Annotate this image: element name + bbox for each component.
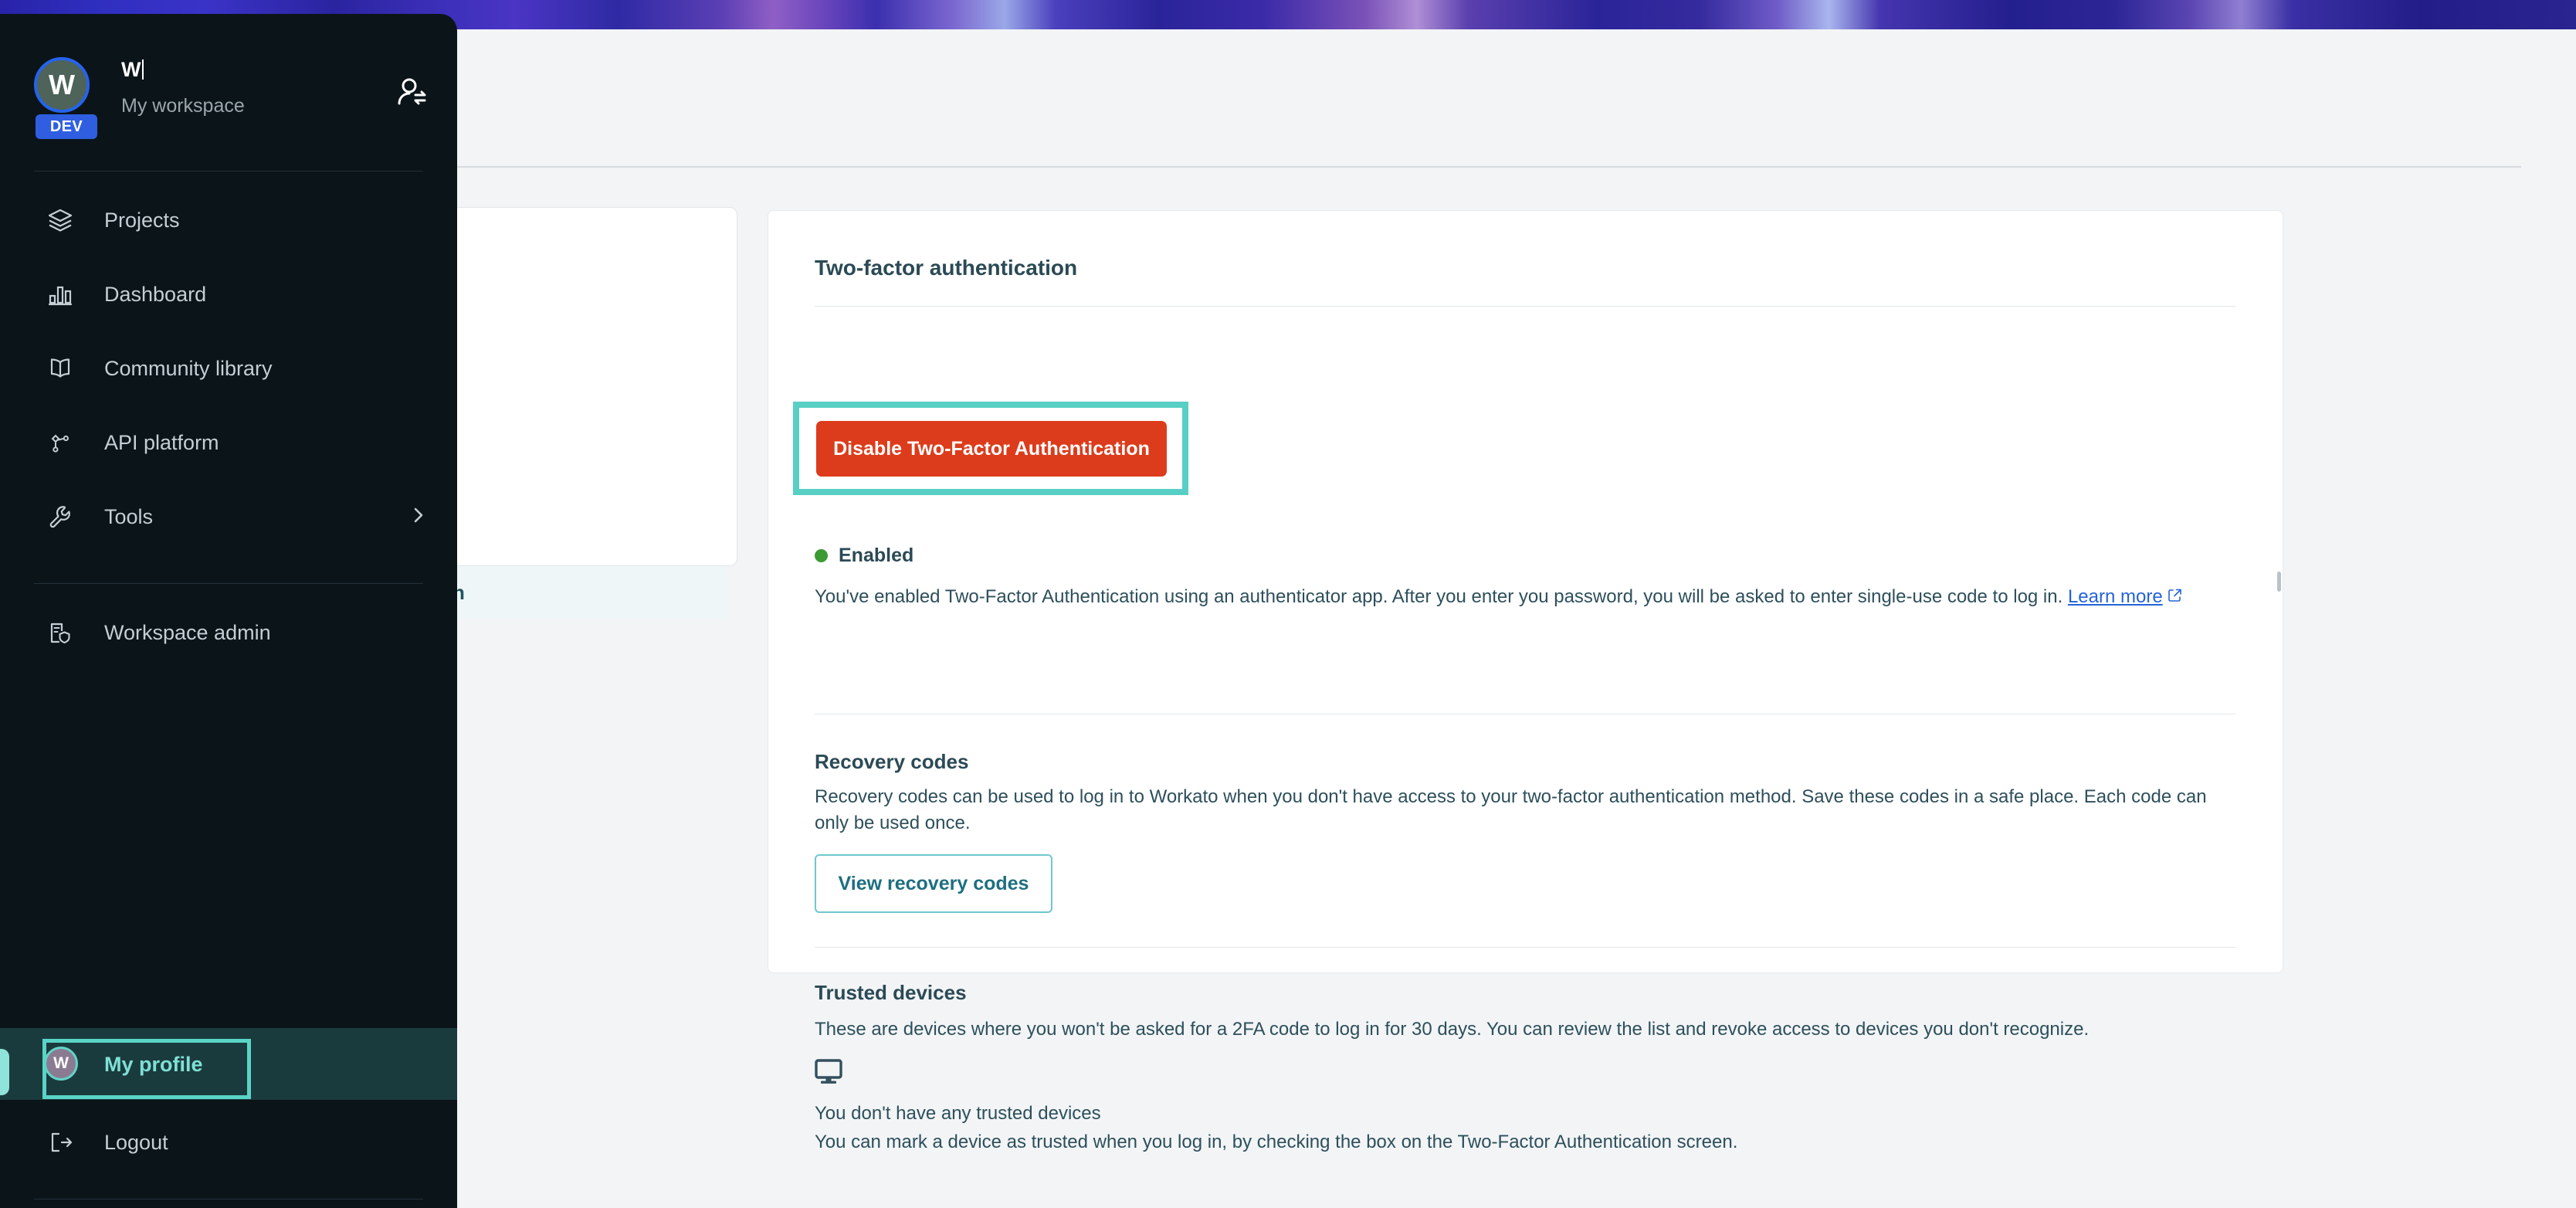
sidebar-item-label: Dashboard	[104, 282, 207, 306]
switch-user-icon[interactable]	[390, 73, 433, 116]
sidebar-item-label: API platform	[104, 430, 219, 454]
sidebar-item-label: Projects	[104, 208, 180, 232]
sidebar-item-tools[interactable]: Tools	[0, 489, 457, 545]
recovery-codes-title: Recovery codes	[815, 750, 969, 773]
workspace-name: W	[121, 58, 144, 82]
bar-chart-icon	[45, 281, 76, 307]
divider-title	[815, 306, 2235, 307]
avatar: W	[44, 1047, 78, 1081]
sidebar-item-label: Community library	[104, 356, 273, 380]
building-shield-icon	[45, 619, 76, 646]
status-dot-icon	[815, 549, 828, 562]
sidebar-item-label: Workspace admin	[104, 620, 271, 644]
sidebar-item-api-platform[interactable]: API platform	[0, 415, 457, 470]
sidebar-item-label: Tools	[104, 504, 154, 528]
layers-icon	[45, 207, 76, 233]
sidebar: W DEV W My workspace Projects Dashboard …	[0, 14, 457, 1208]
trusted-devices-title: Trusted devices	[815, 981, 967, 1004]
sidebar-item-workspace-admin[interactable]: Workspace admin	[0, 605, 457, 660]
chevron-right-icon	[410, 502, 427, 532]
sidebar-item-projects[interactable]: Projects	[0, 192, 457, 248]
view-recovery-codes-button[interactable]: View recovery codes	[815, 854, 1052, 913]
nodes-icon	[45, 429, 76, 456]
app-root: n Two-factor authentication Enabled You'…	[0, 0, 2576, 1208]
two-factor-description: You've enabled Two-Factor Authentication…	[815, 584, 2205, 611]
page-title: Two-factor authentication	[815, 256, 1078, 280]
divider-devices	[815, 947, 2235, 948]
sidebar-item-my-profile[interactable]: W My profile	[0, 1028, 457, 1100]
workspace-subtitle: My workspace	[121, 95, 245, 117]
status-badge: Enabled	[815, 545, 913, 567]
workspace-name-text: W	[121, 58, 141, 81]
two-factor-panel: Two-factor authentication Enabled You've…	[768, 210, 2283, 1152]
status-label: Enabled	[839, 545, 914, 566]
settings-nav-item-active[interactable]: n	[452, 566, 727, 619]
sidebar-divider-bottom	[34, 1199, 423, 1200]
two-factor-description-text: You've enabled Two-Factor Authentication…	[815, 586, 2063, 607]
settings-nav-card: n	[452, 207, 737, 619]
page-scrollbar[interactable]	[2277, 572, 2281, 592]
sidebar-item-label: Logout	[104, 1130, 168, 1154]
trusted-devices-description: These are devices where you won't be ask…	[815, 1019, 2090, 1040]
workspace-avatar: W	[34, 57, 90, 113]
workspace-header[interactable]: W DEV W My workspace	[0, 14, 457, 157]
trusted-devices-empty-title: You don't have any trusted devices	[815, 1103, 1101, 1124]
external-link-icon	[2168, 585, 2183, 611]
disable-two-factor-button[interactable]: Disable Two-Factor Authentication	[816, 421, 1167, 477]
sidebar-item-label: My profile	[104, 1053, 203, 1076]
workspace-env-badge: DEV	[36, 114, 97, 139]
monitor-icon	[815, 1059, 842, 1089]
wrench-icon	[45, 504, 76, 530]
learn-more-link[interactable]: Learn more	[2068, 586, 2163, 607]
trusted-devices-empty-subtitle: You can mark a device as trusted when yo…	[815, 1132, 1738, 1152]
sidebar-item-logout[interactable]: Logout	[0, 1115, 457, 1170]
text-caret	[142, 59, 144, 80]
sidebar-divider-mid	[34, 583, 423, 584]
active-item-indicator	[0, 1049, 9, 1095]
sidebar-item-community-library[interactable]: Community library	[0, 341, 457, 396]
recovery-codes-description: Recovery codes can be used to log in to …	[815, 786, 2207, 834]
header-divider	[444, 166, 2521, 168]
logout-icon	[45, 1129, 76, 1155]
sidebar-item-dashboard[interactable]: Dashboard	[0, 266, 457, 322]
book-icon	[45, 355, 76, 382]
